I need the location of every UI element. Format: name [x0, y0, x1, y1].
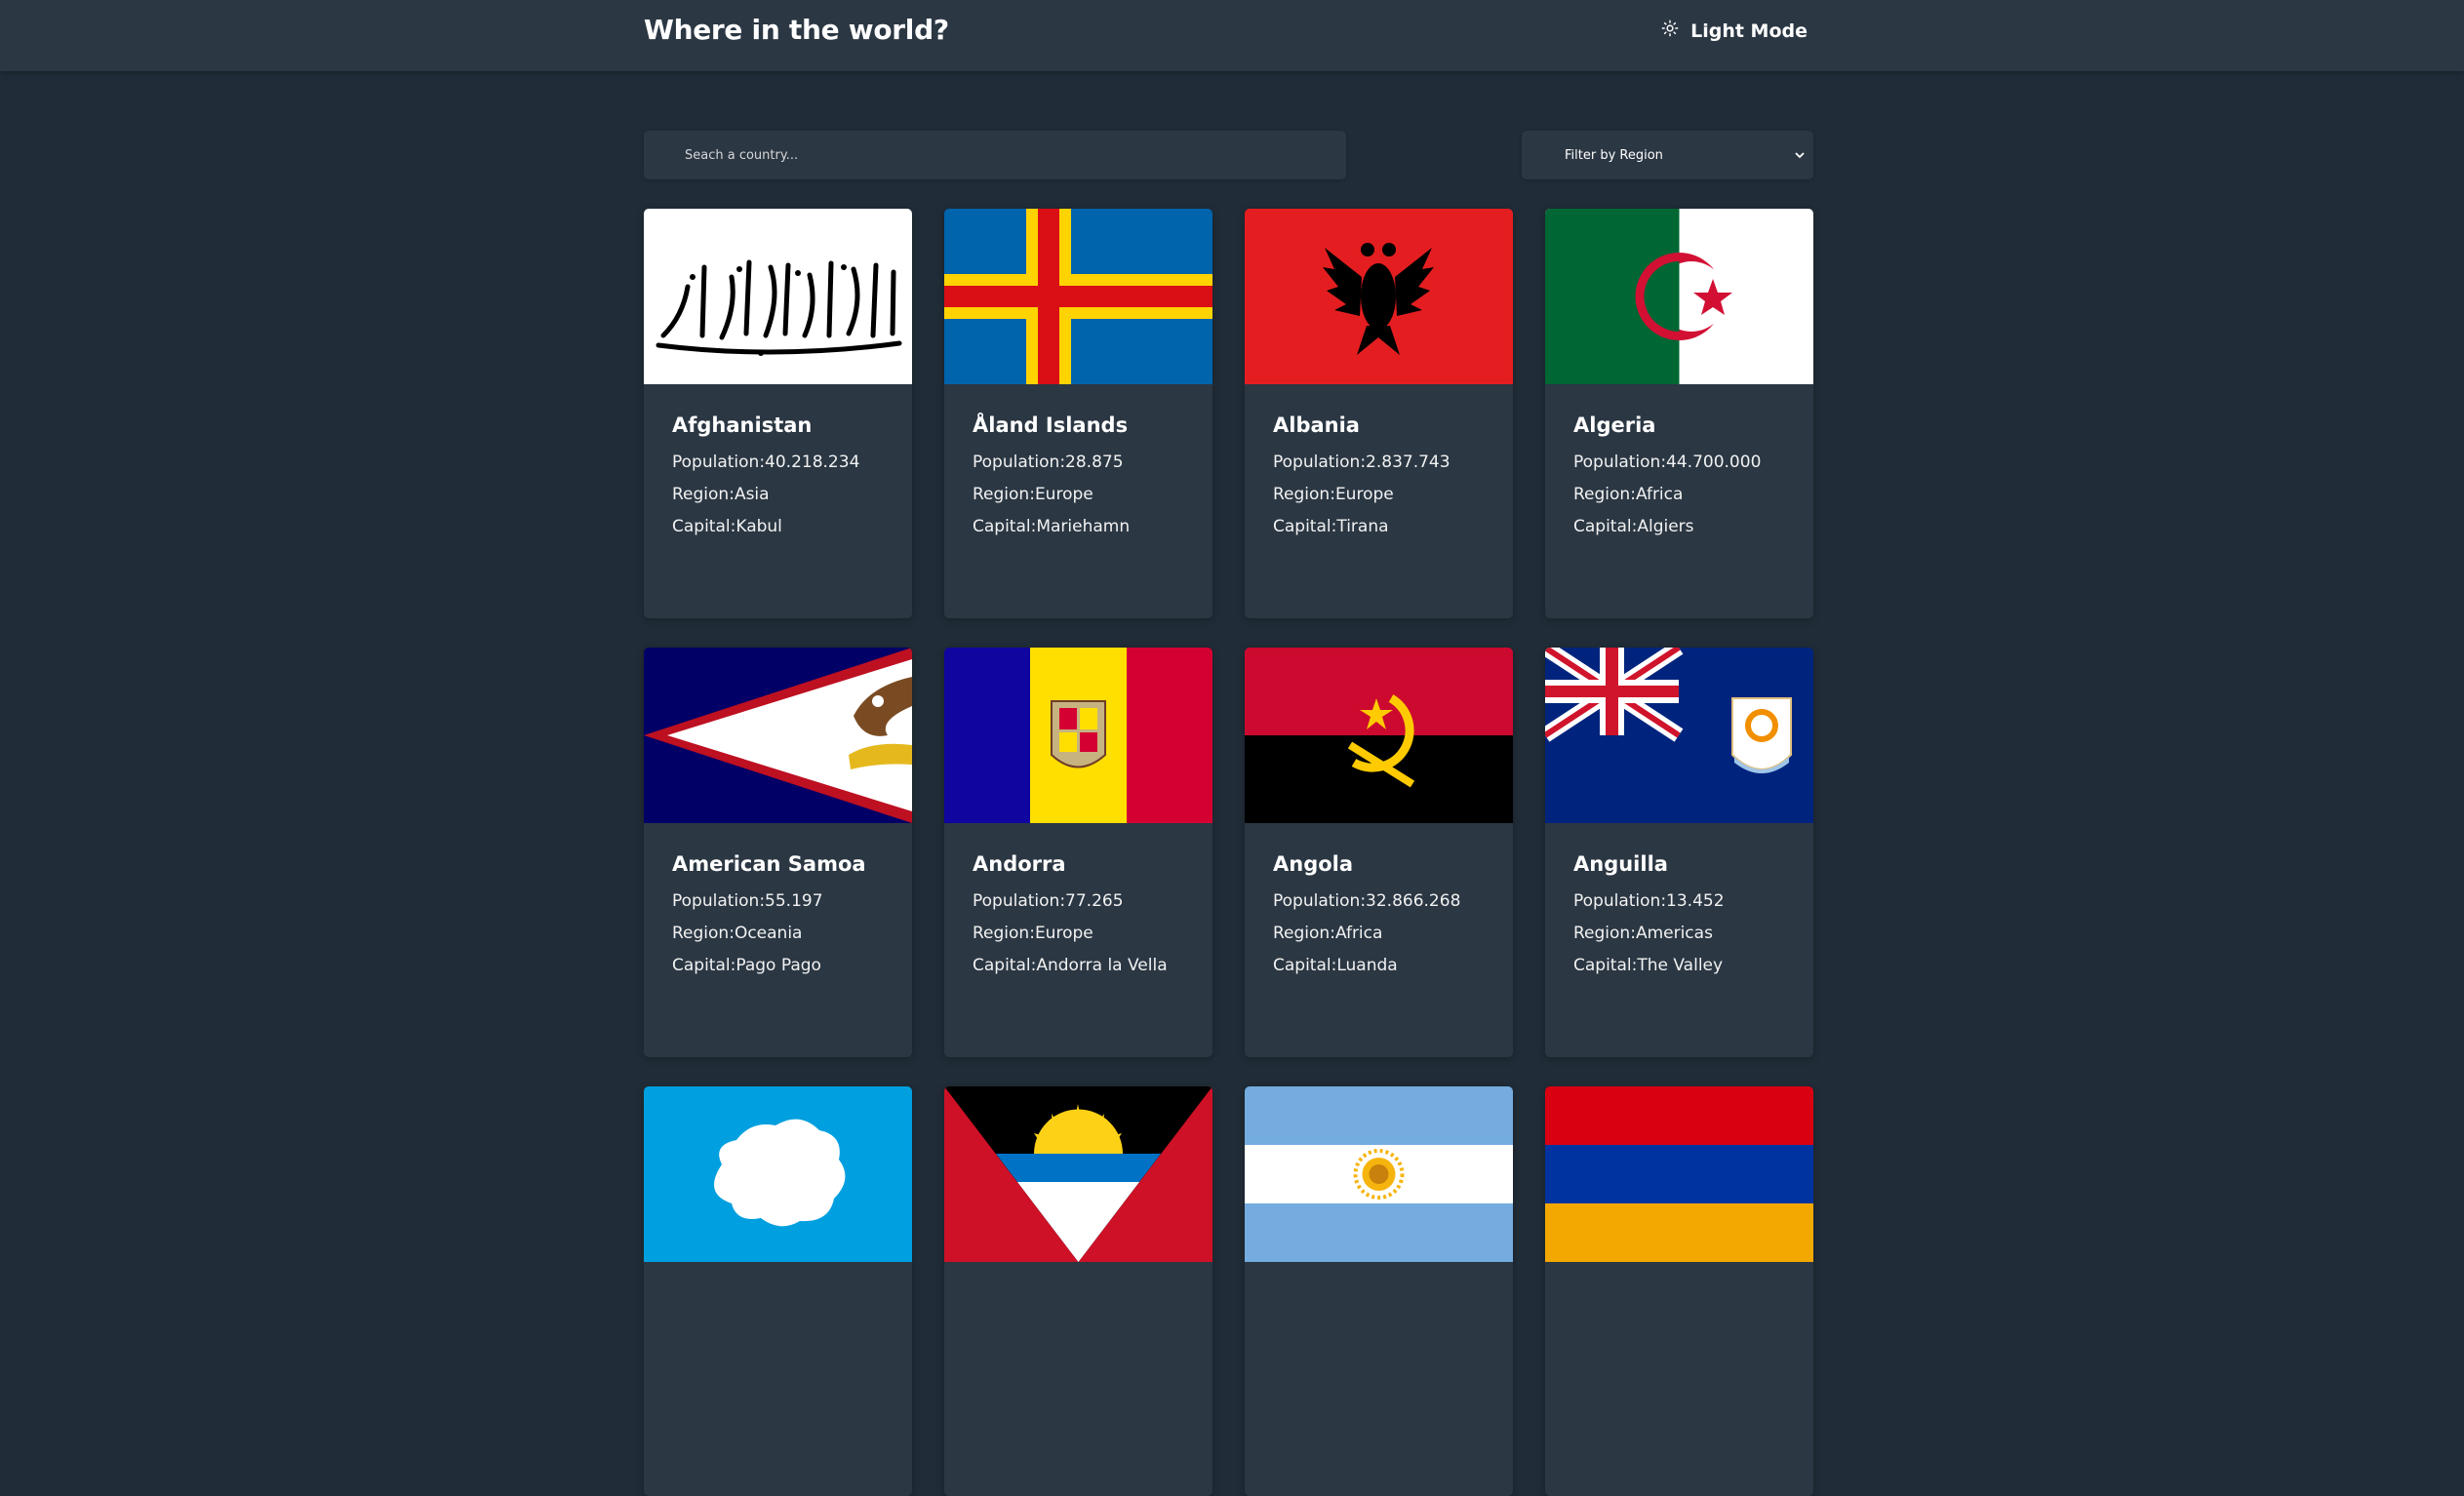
country-card[interactable]: Angola Population:32.866.268 Region:Afri… [1245, 648, 1513, 1057]
flag-image [1245, 648, 1513, 823]
region-line: Region:Africa [1273, 924, 1383, 943]
capital-line: Capital:Mariehamn [973, 517, 1131, 536]
region-line: Region:Oceania [672, 924, 803, 943]
top-header: Where in the world? Light Mode [0, 0, 2464, 71]
region-filter-select[interactable]: Filter by Region [1522, 131, 1813, 179]
search-box[interactable] [644, 131, 1346, 179]
country-name: American Samoa [672, 852, 866, 876]
population-line: Population:32.866.268 [1273, 891, 1461, 911]
region-line: Region:Europe [973, 924, 1093, 943]
region-line: Region:Asia [672, 485, 770, 504]
country-card[interactable]: American Samoa Population:55.197 Region:… [644, 648, 912, 1057]
flag-image [1545, 648, 1813, 823]
country-name: Algeria [1573, 413, 1656, 437]
theme-toggle-button[interactable]: Light Mode [1661, 20, 1808, 42]
country-name: Andorra [973, 852, 1066, 876]
flag-image [644, 209, 912, 384]
capital-line: Capital:Tirana [1273, 517, 1389, 536]
population-line: Population:44.700.000 [1573, 453, 1762, 472]
capital-line: Capital:Kabul [672, 517, 782, 536]
country-name: Afghanistan [672, 413, 813, 437]
country-card[interactable] [1545, 1086, 1813, 1496]
sun-icon [1661, 20, 1679, 42]
capital-line: Capital:Pago Pago [672, 956, 821, 975]
flag-image [644, 648, 912, 823]
country-card[interactable]: Algeria Population:44.700.000 Region:Afr… [1545, 209, 1813, 618]
country-card[interactable]: Åland Islands Population:28.875 Region:E… [944, 209, 1212, 618]
country-card[interactable]: Andorra Population:77.265 Region:Europe … [944, 648, 1212, 1057]
population-line: Population:2.837.743 [1273, 453, 1451, 472]
capital-line: Capital:Luanda [1273, 956, 1398, 975]
country-card[interactable] [644, 1086, 912, 1496]
population-line: Population:55.197 [672, 891, 823, 911]
population-line: Population:28.875 [973, 453, 1124, 472]
country-grid: Afghanistan Population:40.218.234 Region… [644, 209, 1813, 1496]
country-card[interactable]: Afghanistan Population:40.218.234 Region… [644, 209, 912, 618]
flag-image [1245, 1086, 1513, 1262]
country-card[interactable]: Albania Population:2.837.743 Region:Euro… [1245, 209, 1513, 618]
flag-image [944, 209, 1212, 384]
search-input[interactable] [683, 146, 1311, 164]
country-name: Albania [1273, 413, 1360, 437]
chevron-down-icon [1795, 152, 1805, 159]
flag-image [1545, 209, 1813, 384]
flag-image [644, 1086, 912, 1262]
page-title: Where in the world? [644, 14, 949, 46]
country-name: Åland Islands [973, 413, 1129, 437]
region-line: Region:Africa [1573, 485, 1684, 504]
capital-line: Capital:Algiers [1573, 517, 1694, 536]
region-line: Region:Americas [1573, 924, 1713, 943]
region-line: Region:Europe [973, 485, 1093, 504]
population-line: Population:13.452 [1573, 891, 1725, 911]
flag-image [1545, 1086, 1813, 1262]
country-card[interactable] [1245, 1086, 1513, 1496]
flag-image [944, 1086, 1212, 1262]
country-card[interactable] [944, 1086, 1212, 1496]
flag-image [1245, 209, 1513, 384]
capital-line: Capital:Andorra la Vella [973, 956, 1168, 975]
country-name: Anguilla [1573, 852, 1668, 876]
region-line: Region:Europe [1273, 485, 1394, 504]
population-line: Population:40.218.234 [672, 453, 860, 472]
country-card[interactable]: Anguilla Population:13.452 Region:Americ… [1545, 648, 1813, 1057]
capital-line: Capital:The Valley [1573, 956, 1724, 975]
population-line: Population:77.265 [973, 891, 1124, 911]
filter-label: Filter by Region [1565, 147, 1663, 163]
flag-image [944, 648, 1212, 823]
country-name: Angola [1273, 852, 1354, 876]
theme-toggle-label: Light Mode [1690, 20, 1808, 42]
